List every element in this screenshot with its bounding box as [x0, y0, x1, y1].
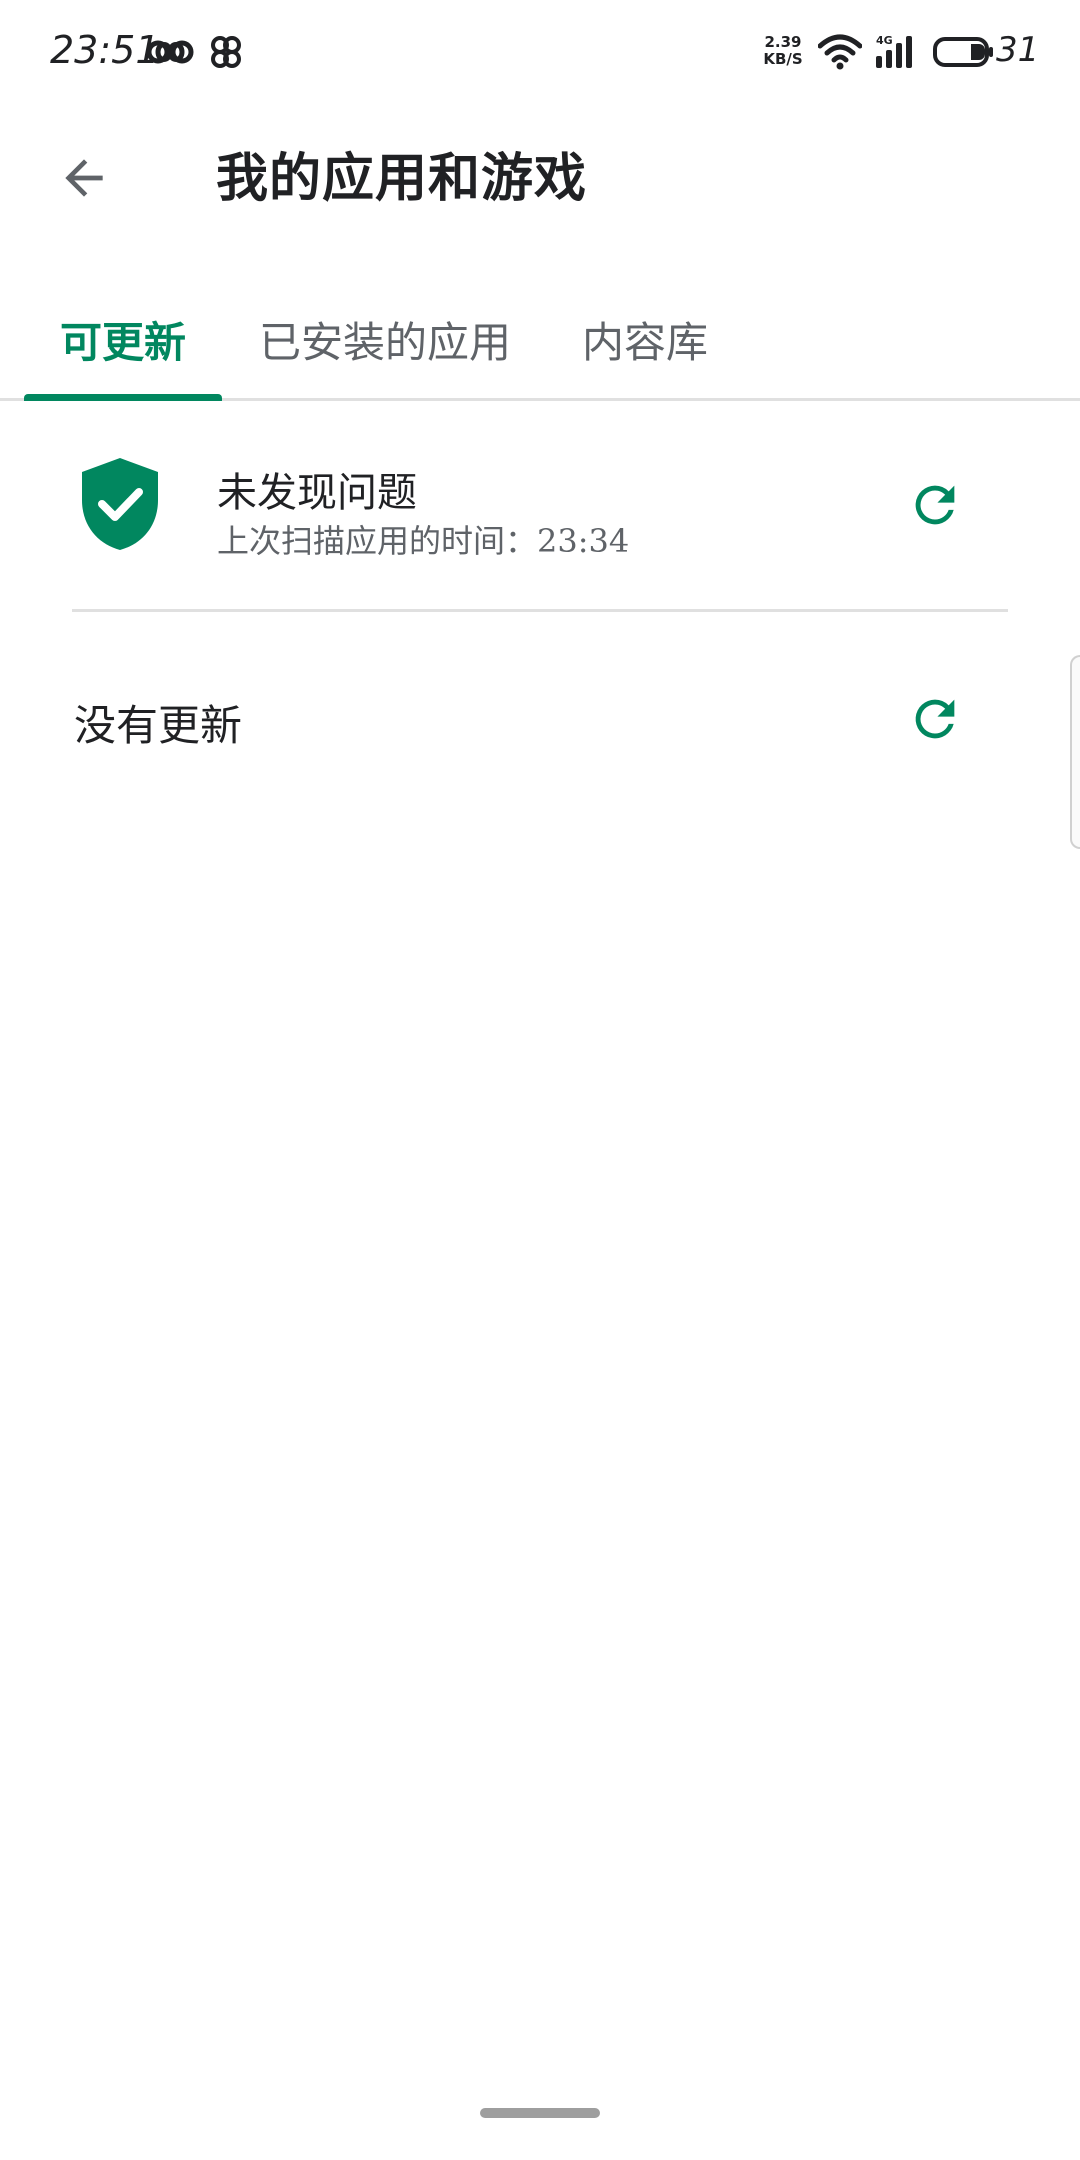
battery-icon: [932, 36, 994, 72]
page-title: 我的应用和游戏: [216, 149, 588, 209]
infinity-icon: [146, 36, 194, 72]
edge-panel-handle[interactable]: [1070, 655, 1080, 849]
tab-library[interactable]: 内容库: [560, 280, 730, 398]
play-protect-status[interactable]: 未发现问题 上次扫描应用的时间：23:34: [0, 430, 1080, 590]
tab-library-label: 内容库: [581, 317, 708, 367]
status-bar: 23:51 2.39 KB/S 4G 31: [0, 0, 1080, 110]
active-tab-indicator: [24, 394, 222, 401]
app-bar: 我的应用和游戏: [0, 110, 1080, 290]
rescan-button[interactable]: [900, 470, 970, 540]
check-updates-button[interactable]: [900, 684, 970, 754]
home-gesture-bar[interactable]: [480, 2108, 600, 2118]
arrow-back-icon: [65, 159, 103, 197]
security-status-title: 未发现问题: [217, 470, 417, 516]
back-button[interactable]: [40, 134, 128, 222]
signal-icon: 4G: [874, 34, 920, 74]
tab-updates[interactable]: 可更新: [24, 280, 222, 398]
no-updates-label: 没有更新: [74, 701, 243, 750]
last-scan-time: 上次扫描应用的时间：23:34: [217, 522, 630, 560]
shield-check-icon: [82, 458, 158, 550]
status-time: 23:51: [50, 28, 160, 72]
tab-updates-label: 可更新: [59, 317, 186, 367]
updates-status: 没有更新: [0, 650, 1080, 780]
network-speed: 2.39 KB/S: [752, 34, 814, 68]
cloverleaf-icon: [206, 34, 246, 74]
network-speed-value: 2.39: [764, 33, 802, 51]
tab-bar: 可更新 已安装的应用 内容库: [0, 280, 1080, 401]
network-type-label: 4G: [876, 34, 893, 47]
network-speed-unit: KB/S: [763, 50, 803, 68]
tab-installed[interactable]: 已安装的应用: [240, 280, 530, 398]
tab-installed-label: 已安装的应用: [258, 317, 511, 367]
section-divider: [72, 609, 1008, 612]
battery-level: 31: [996, 30, 1040, 70]
refresh-icon: [915, 699, 955, 739]
wifi-icon: [817, 34, 863, 74]
refresh-icon: [915, 485, 955, 525]
